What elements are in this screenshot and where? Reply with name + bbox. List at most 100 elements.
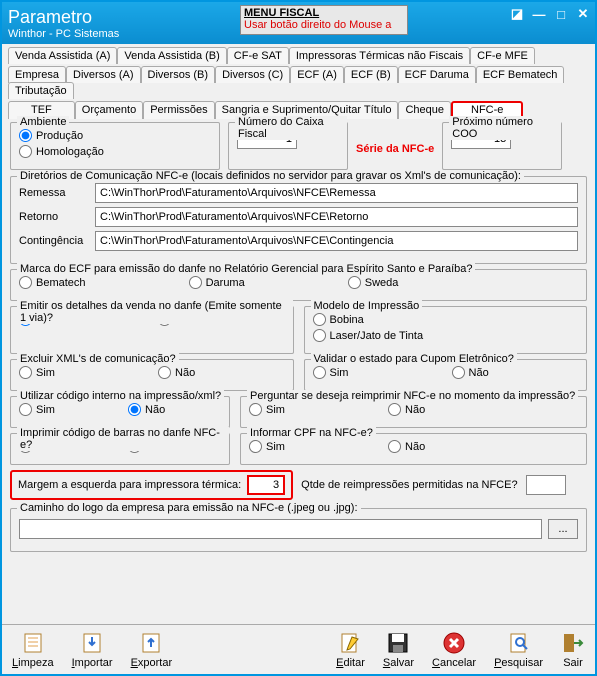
tab-orcamento[interactable]: Orçamento <box>75 101 143 119</box>
exit-icon <box>561 631 585 655</box>
excluir-xml-panel: Excluir XML's de comunicação? Sim Não <box>10 359 294 391</box>
parametro-window: Parametro Winthor - PC Sistemas MENU FIS… <box>0 0 597 676</box>
diretorios-panel: Diretórios de Comunicação NFC-e (locais … <box>10 176 587 264</box>
radio-codigo-sim[interactable]: Sim <box>19 403 55 416</box>
validar-estado-panel: Validar o estado para Cupom Eletrônico? … <box>304 359 588 391</box>
menu-fiscal-box: MENU FISCAL Usar botão direito do Mouse … <box>240 5 408 35</box>
minimize-icon[interactable]: — <box>531 6 547 22</box>
tab-cfe-mfe[interactable]: CF-e MFE <box>470 47 535 64</box>
radio-homologacao[interactable]: Homologação <box>19 145 104 158</box>
close-icon[interactable]: ✕ <box>575 6 591 22</box>
salvar-button[interactable]: Salvar <box>383 631 414 669</box>
perguntar-reimp-label: Perguntar se deseja reimprimir NFC-e no … <box>247 390 578 402</box>
tab-cfe-sat[interactable]: CF-e SAT <box>227 47 289 64</box>
radio-excluir-sim[interactable]: Sim <box>19 366 55 379</box>
radio-cpf-sim[interactable]: Sim <box>249 440 285 453</box>
save-icon <box>386 631 410 655</box>
informar-cpf-label: Informar CPF na NFC-e? <box>247 427 376 439</box>
contingencia-input[interactable] <box>95 231 578 251</box>
toggle-icon[interactable]: ◪ <box>509 6 525 22</box>
cancel-icon <box>442 631 466 655</box>
radio-bematech[interactable]: Bematech <box>19 276 86 289</box>
contingencia-label: Contingência <box>19 235 89 247</box>
validar-estado-label: Validar o estado para Cupom Eletrônico? <box>311 353 517 365</box>
titlebar: Parametro Winthor - PC Sistemas MENU FIS… <box>2 2 595 44</box>
radio-cpf-nao[interactable]: Não <box>388 440 425 453</box>
tab-content: Ambiente Produção Homologação Número do … <box>2 118 595 561</box>
coo-label: Próximo número COO <box>449 116 561 140</box>
maximize-icon[interactable]: □ <box>553 6 569 22</box>
ambiente-label: Ambiente <box>17 116 69 128</box>
exportar-button[interactable]: Exportar <box>131 631 173 669</box>
tab-impressoras-termicas[interactable]: Impressoras Térmicas não Fiscais <box>289 47 470 64</box>
imprimir-barras-label: Imprimir código de barras no danfe NFC-e… <box>17 427 229 451</box>
radio-validar-sim[interactable]: Sim <box>313 366 349 379</box>
tab-ecf-daruma[interactable]: ECF Daruma <box>398 66 476 83</box>
pesquisar-button[interactable]: Pesquisar <box>494 631 543 669</box>
tabs-row-3: TEF Orçamento Permissões Sangria e Supri… <box>2 98 595 118</box>
radio-excluir-nao[interactable]: Não <box>158 366 195 379</box>
remessa-label: Remessa <box>19 187 89 199</box>
cancelar-button[interactable]: Cancelar <box>432 631 476 669</box>
margem-input[interactable] <box>247 475 285 495</box>
margem-highlight: Margem a esquerda para impressora térmic… <box>10 470 293 500</box>
tab-tributacao[interactable]: Tributação <box>8 82 74 99</box>
caminho-logo-panel: Caminho do logo da empresa para emissão … <box>10 508 587 552</box>
emitir-detalhes-panel: Emitir os detalhes da venda no danfe (Em… <box>10 306 294 354</box>
remessa-input[interactable] <box>95 183 578 203</box>
radio-bobina[interactable]: Bobina <box>313 313 364 326</box>
import-icon <box>80 631 104 655</box>
radio-sweda[interactable]: Sweda <box>348 276 399 289</box>
tab-diversos-a[interactable]: Diversos (A) <box>66 66 141 83</box>
utilizar-codigo-panel: Utilizar código interno na impressão/xml… <box>10 396 230 428</box>
importar-button[interactable]: Importar <box>72 631 113 669</box>
tab-diversos-c[interactable]: Diversos (C) <box>215 66 290 83</box>
marca-ecf-label: Marca do ECF para emissão do danfe no Re… <box>17 263 475 275</box>
radio-producao[interactable]: Produção <box>19 129 83 142</box>
diretorios-label: Diretórios de Comunicação NFC-e (locais … <box>17 170 524 182</box>
retorno-input[interactable] <box>95 207 578 227</box>
informar-cpf-panel: Informar CPF na NFC-e? Sim Não <box>240 433 587 465</box>
utilizar-codigo-label: Utilizar código interno na impressão/xml… <box>17 390 224 402</box>
caminho-logo-input[interactable] <box>19 519 542 539</box>
perguntar-reimp-panel: Perguntar se deseja reimprimir NFC-e no … <box>240 396 587 428</box>
browse-button[interactable]: ... <box>548 519 578 539</box>
tab-ecf-a[interactable]: ECF (A) <box>290 66 344 83</box>
tab-diversos-b[interactable]: Diversos (B) <box>141 66 216 83</box>
excluir-xml-label: Excluir XML's de comunicação? <box>17 353 179 365</box>
radio-perguntar-sim[interactable]: Sim <box>249 403 285 416</box>
tab-venda-assistida-a[interactable]: Venda Assistida (A) <box>8 47 117 64</box>
search-icon <box>507 631 531 655</box>
clean-icon <box>21 631 45 655</box>
sair-button[interactable]: Sair <box>561 631 585 669</box>
modelo-impressao-label: Modelo de Impressão <box>311 300 423 312</box>
radio-perguntar-nao[interactable]: Não <box>388 403 425 416</box>
tabs-row-2: Empresa Diversos (A) Diversos (B) Divers… <box>2 63 595 98</box>
editar-button[interactable]: Editar <box>336 631 365 669</box>
modelo-impressao-panel: Modelo de Impressão Bobina Laser/Jato de… <box>304 306 588 354</box>
retorno-label: Retorno <box>19 211 89 223</box>
tab-venda-assistida-b[interactable]: Venda Assistida (B) <box>117 47 226 64</box>
radio-daruma[interactable]: Daruma <box>189 276 245 289</box>
toolbar: Limpeza Importar Exportar Editar Salvar <box>2 624 595 674</box>
emitir-detalhes-label: Emitir os detalhes da venda no danfe (Em… <box>17 300 293 324</box>
caixa-label: Número do Caixa Fiscal <box>235 116 347 140</box>
tab-empresa[interactable]: Empresa <box>8 66 66 83</box>
tab-ecf-bematech[interactable]: ECF Bematech <box>476 66 565 83</box>
tab-ecf-b[interactable]: ECF (B) <box>344 66 398 83</box>
radio-laser[interactable]: Laser/Jato de Tinta <box>313 329 424 342</box>
tab-permissoes[interactable]: Permissões <box>143 101 214 119</box>
marca-ecf-panel: Marca do ECF para emissão do danfe no Re… <box>10 269 587 301</box>
serie-label: Série da NFC-e <box>356 137 434 155</box>
margem-label: Margem a esquerda para impressora térmic… <box>18 479 241 491</box>
edit-icon <box>338 631 362 655</box>
tab-cheque[interactable]: Cheque <box>398 101 451 119</box>
limpeza-button[interactable]: Limpeza <box>12 631 54 669</box>
radio-codigo-nao[interactable]: Não <box>128 403 165 416</box>
export-icon <box>139 631 163 655</box>
qtde-reimp-label: Qtde de reimpressões permitidas na NFCE? <box>301 479 517 491</box>
qtde-reimp-input[interactable] <box>526 475 566 495</box>
tabs-row-1: Venda Assistida (A) Venda Assistida (B) … <box>2 44 595 63</box>
radio-validar-nao[interactable]: Não <box>452 366 489 379</box>
caminho-logo-label: Caminho do logo da empresa para emissão … <box>17 502 361 514</box>
